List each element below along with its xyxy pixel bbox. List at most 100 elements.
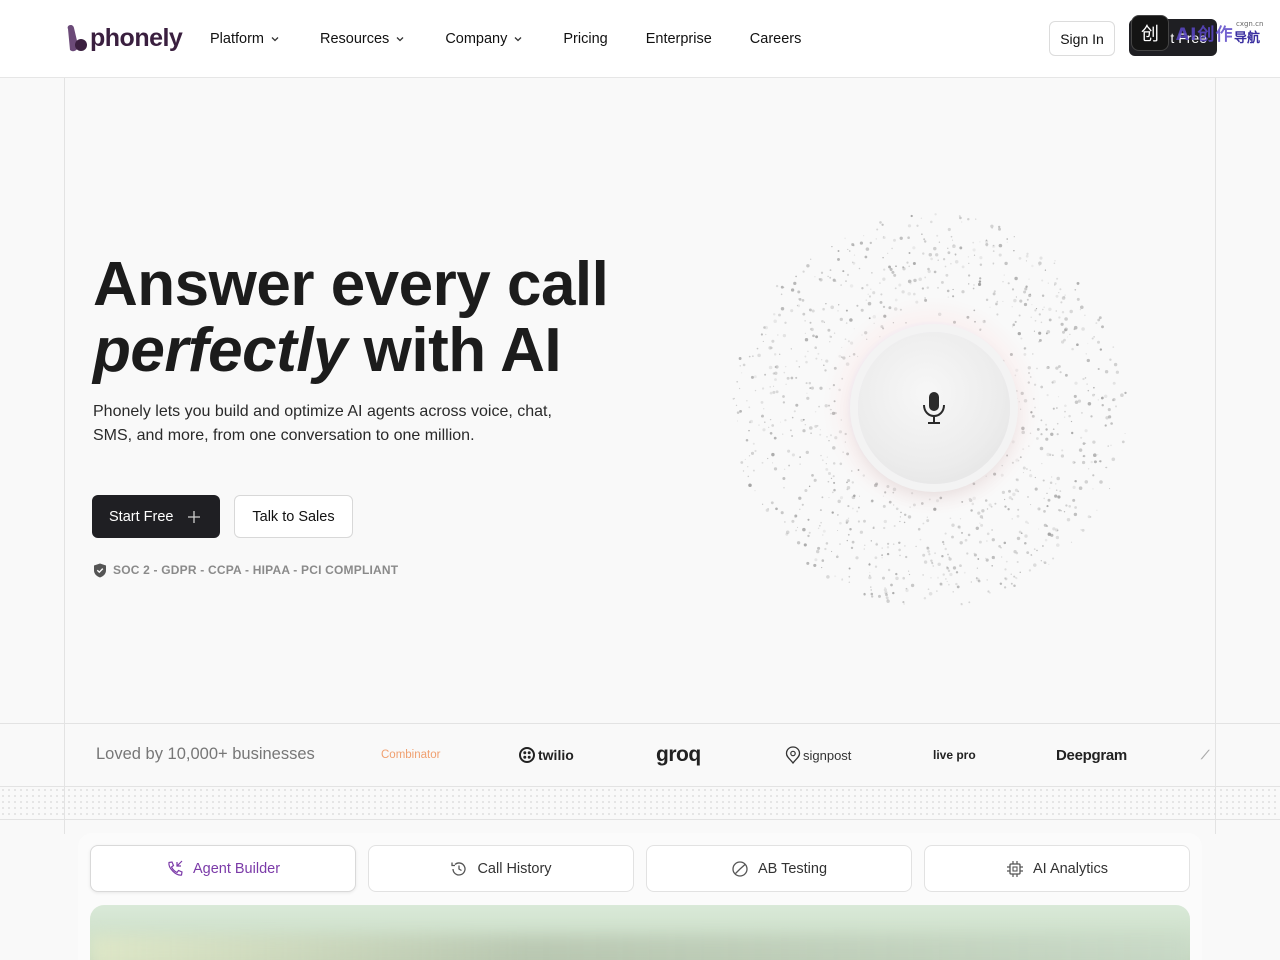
tab-ab-testing[interactable]: AB Testing bbox=[646, 845, 912, 892]
particle-dot bbox=[769, 431, 773, 435]
particle-dot bbox=[784, 321, 787, 324]
particle-dot bbox=[1034, 309, 1037, 312]
particle-dot bbox=[808, 308, 812, 312]
particle-dot bbox=[895, 572, 898, 576]
particle-dot bbox=[834, 575, 837, 578]
particle-dot bbox=[1026, 551, 1030, 555]
particle-dot bbox=[946, 566, 948, 568]
particle-dot bbox=[931, 562, 934, 565]
particle-dot bbox=[772, 313, 776, 316]
tab-ab-testing-label: AB Testing bbox=[757, 860, 828, 877]
microphone-button[interactable] bbox=[858, 332, 1010, 484]
particle-dot bbox=[1026, 298, 1029, 301]
particle-dot bbox=[823, 321, 825, 323]
particle-dot bbox=[1054, 494, 1058, 498]
particle-dot bbox=[769, 386, 771, 388]
particle-dot bbox=[827, 275, 829, 278]
particle-dot bbox=[794, 516, 796, 519]
particle-dot bbox=[934, 213, 937, 216]
particle-dot bbox=[1087, 402, 1092, 406]
particle-dot bbox=[810, 258, 812, 260]
particle-dot bbox=[863, 593, 866, 596]
particle-dot bbox=[1011, 326, 1013, 328]
particle-dot bbox=[892, 543, 895, 545]
particle-dot bbox=[919, 538, 922, 541]
start-free-button[interactable]: Start Free bbox=[92, 495, 220, 538]
particle-dot bbox=[821, 319, 824, 323]
particle-dot bbox=[820, 454, 822, 457]
particle-dot bbox=[1065, 504, 1068, 507]
particle-dot bbox=[1055, 483, 1057, 485]
particle-dot bbox=[895, 576, 899, 581]
particle-dot bbox=[950, 262, 952, 265]
particle-dot bbox=[955, 582, 958, 586]
particle-dot bbox=[1015, 478, 1018, 481]
particle-dot bbox=[881, 554, 883, 556]
particle-dot bbox=[1107, 445, 1109, 447]
particle-dot bbox=[1074, 400, 1079, 404]
particle-dot bbox=[847, 517, 850, 520]
particle-dot bbox=[830, 477, 833, 480]
talk-to-sales-button[interactable]: Talk to Sales bbox=[234, 495, 353, 538]
particle-dot bbox=[816, 424, 819, 427]
particle-dot bbox=[954, 260, 959, 264]
particle-dot bbox=[907, 292, 911, 296]
tab-ai-analytics[interactable]: AI Analytics bbox=[924, 845, 1190, 892]
particle-dot bbox=[1080, 411, 1083, 414]
particle-dot bbox=[883, 526, 886, 530]
tab-call-history[interactable]: Call History bbox=[368, 845, 634, 892]
particle-dot bbox=[810, 386, 814, 390]
particle-dot bbox=[949, 517, 952, 520]
particle-dot bbox=[1064, 410, 1066, 413]
tab-agent-builder[interactable]: Agent Builder bbox=[90, 845, 356, 892]
particle-dot bbox=[1027, 522, 1029, 524]
particle-dot bbox=[1112, 398, 1116, 402]
particle-dot bbox=[964, 538, 968, 542]
watermark-logo-icon[interactable]: 创 bbox=[1131, 15, 1169, 51]
nav-resources[interactable]: Resources bbox=[320, 31, 405, 47]
particle-dot bbox=[1006, 238, 1008, 240]
nav-company[interactable]: Company bbox=[445, 31, 523, 47]
particle-dot bbox=[978, 280, 982, 283]
particle-dot bbox=[878, 594, 881, 598]
particle-dot bbox=[818, 405, 820, 408]
nav-enterprise[interactable]: Enterprise bbox=[646, 31, 712, 47]
particle-dot bbox=[1046, 452, 1050, 457]
nav-pricing[interactable]: Pricing bbox=[563, 31, 607, 47]
particle-dot bbox=[923, 238, 926, 241]
particle-dot bbox=[951, 239, 954, 241]
chevron-down-icon bbox=[514, 37, 522, 42]
particle-dot bbox=[899, 554, 901, 557]
particle-dot bbox=[1084, 314, 1086, 317]
nav-platform[interactable]: Platform bbox=[210, 31, 280, 47]
particle-dot bbox=[952, 244, 956, 248]
particle-dot bbox=[849, 284, 854, 288]
particle-dot bbox=[940, 280, 944, 284]
particle-dot bbox=[903, 513, 907, 517]
particle-dot bbox=[979, 515, 984, 519]
particle-dot bbox=[1038, 331, 1042, 335]
particle-dot bbox=[806, 561, 810, 565]
particle-dot bbox=[848, 581, 851, 584]
particle-dot bbox=[1038, 528, 1040, 530]
particle-dot bbox=[1011, 306, 1013, 308]
sign-in-button[interactable]: Sign In bbox=[1049, 21, 1115, 56]
pie-icon bbox=[732, 860, 748, 877]
particle-dot bbox=[970, 581, 972, 583]
particle-dot bbox=[886, 552, 890, 556]
particle-dot bbox=[822, 307, 825, 311]
particle-dot bbox=[829, 341, 831, 343]
particle-dot bbox=[1045, 525, 1049, 528]
particle-dot bbox=[1068, 505, 1071, 508]
nav-careers[interactable]: Careers bbox=[750, 31, 802, 47]
particle-dot bbox=[1090, 415, 1093, 418]
phonely-logo[interactable]: phonely bbox=[64, 22, 183, 54]
particle-dot bbox=[977, 511, 981, 515]
particle-dot bbox=[951, 535, 954, 539]
particle-dot bbox=[811, 309, 815, 313]
particle-dot bbox=[799, 456, 801, 458]
particle-dot bbox=[977, 579, 980, 582]
particle-dot bbox=[751, 451, 755, 455]
particle-dot bbox=[975, 218, 977, 220]
particle-dot bbox=[1086, 383, 1088, 385]
